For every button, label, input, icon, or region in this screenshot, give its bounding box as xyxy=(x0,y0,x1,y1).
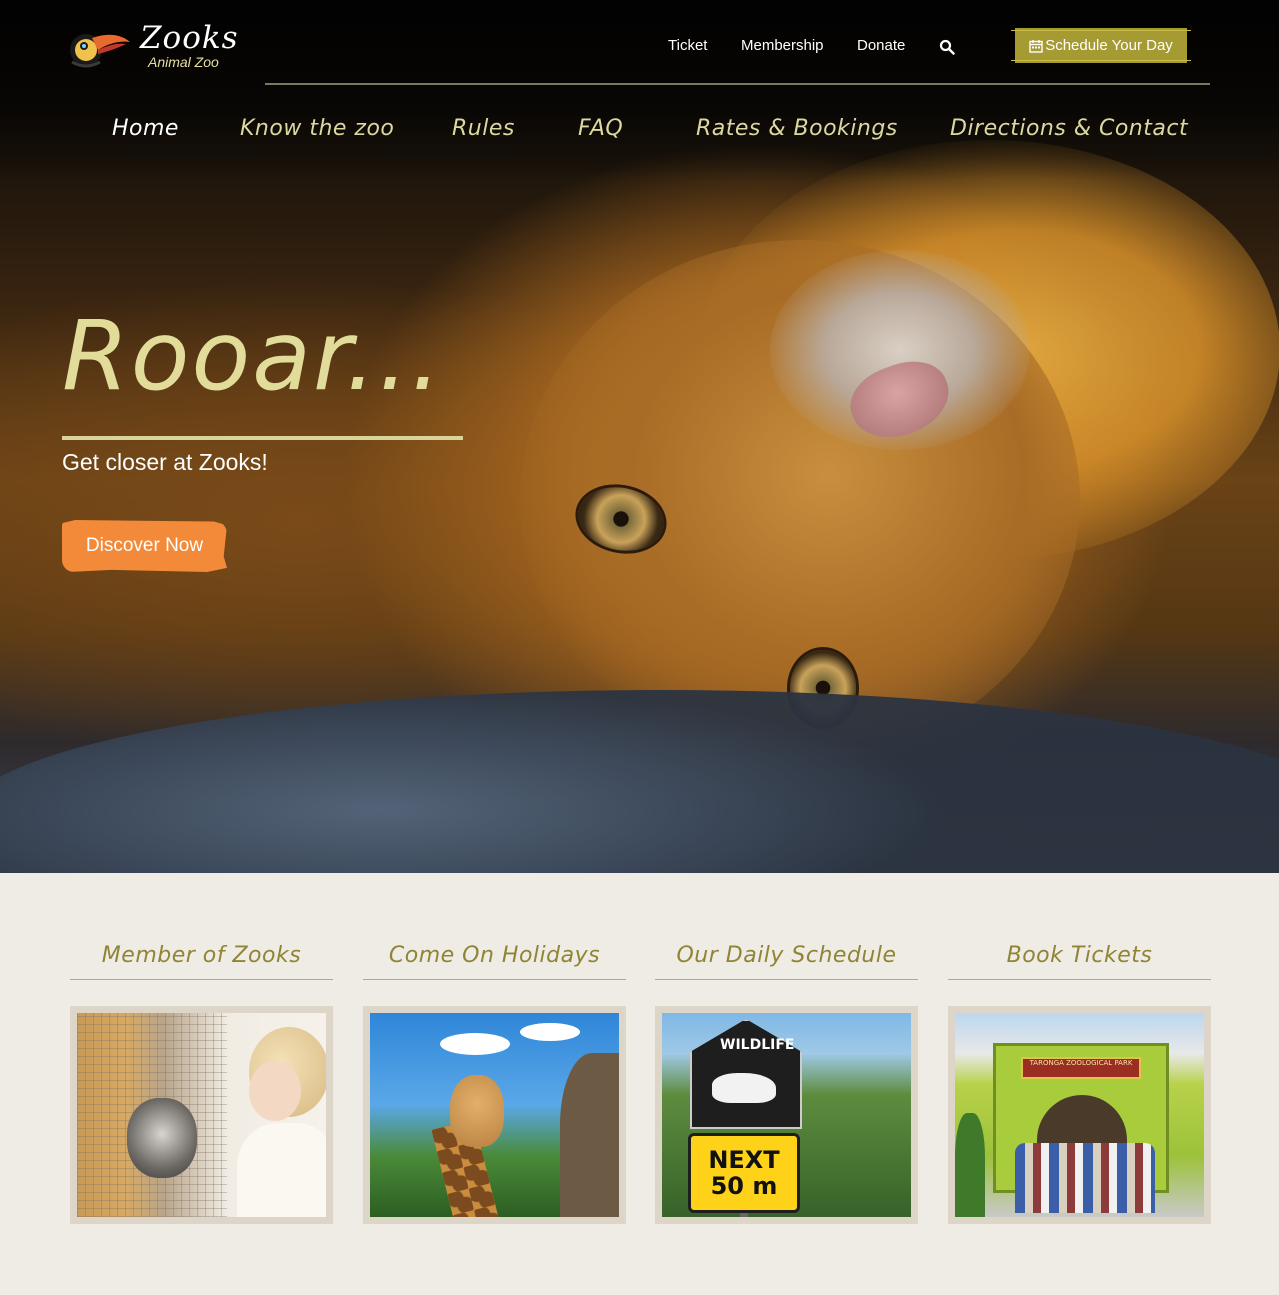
image-sign-animal xyxy=(712,1073,776,1103)
image-sign-text: WILDLIFE xyxy=(720,1037,795,1053)
site-logo[interactable]: Zooks Animal Zoo xyxy=(68,20,238,72)
hero-headline-rule xyxy=(62,436,463,440)
schedule-your-day-button[interactable]: Schedule Your Day xyxy=(1011,28,1191,63)
image-girl-body xyxy=(237,1123,326,1217)
top-nav-membership[interactable]: Membership xyxy=(741,37,824,54)
main-nav-rates-bookings[interactable]: Rates & Bookings xyxy=(696,116,898,141)
schedule-button-label: Schedule Your Day xyxy=(1045,37,1173,54)
image-banner: TARONGA ZOOLOGICAL PARK xyxy=(1021,1057,1141,1079)
image-rock xyxy=(560,1053,619,1217)
feature-cards: Member of Zooks Come On Holidays Our Dai xyxy=(70,936,1211,1226)
image-sign-post xyxy=(740,1213,748,1217)
calendar-icon xyxy=(1029,39,1043,53)
feature-card-holidays[interactable]: Come On Holidays xyxy=(363,936,626,1224)
image-cloud xyxy=(440,1033,510,1055)
image-banner-text: TARONGA ZOOLOGICAL PARK xyxy=(1029,1059,1133,1067)
main-nav-know-the-zoo[interactable]: Know the zoo xyxy=(240,116,394,141)
feature-card-title[interactable]: Member of Zooks xyxy=(70,936,333,980)
hero-image-rock xyxy=(0,690,1279,873)
feature-card-title[interactable]: Book Tickets xyxy=(948,936,1211,980)
feature-image-wildlife-sign[interactable]: WILDLIFE NEXT 50 m xyxy=(662,1013,911,1217)
feature-card-frame xyxy=(363,1006,626,1224)
image-distance-sign: NEXT 50 m xyxy=(688,1133,800,1213)
image-plants xyxy=(955,1113,985,1217)
feature-card-schedule[interactable]: Our Daily Schedule WILDLIFE NEXT 50 m xyxy=(655,936,918,1224)
feature-card-title[interactable]: Come On Holidays xyxy=(363,936,626,980)
image-crowd xyxy=(1015,1143,1155,1213)
image-giraffe-head xyxy=(450,1075,504,1147)
hero-tagline: Get closer at Zooks! xyxy=(62,449,268,475)
feature-image-giraffe[interactable] xyxy=(370,1013,619,1217)
image-cloud xyxy=(520,1023,580,1041)
image-raccoon xyxy=(127,1098,197,1178)
image-sign-distance: 50 m xyxy=(710,1172,778,1200)
feature-card-tickets[interactable]: Book Tickets TARONGA ZOOLOGICAL PARK xyxy=(948,936,1211,1224)
feature-card-frame xyxy=(70,1006,333,1224)
brand-subtitle: Animal Zoo xyxy=(148,54,219,70)
feature-card-frame: WILDLIFE NEXT 50 m xyxy=(655,1006,918,1224)
main-nav-directions-contact[interactable]: Directions & Contact xyxy=(950,116,1188,141)
main-nav-rules[interactable]: Rules xyxy=(452,116,515,141)
toucan-logo-icon xyxy=(70,34,130,68)
feature-card-member[interactable]: Member of Zooks xyxy=(70,936,333,1224)
brand-name: Zooks xyxy=(140,20,239,56)
feature-image-zoo-entrance[interactable]: TARONGA ZOOLOGICAL PARK xyxy=(955,1013,1204,1217)
discover-now-button[interactable]: Discover Now xyxy=(62,520,227,572)
main-nav-home[interactable]: Home xyxy=(112,116,179,141)
feature-card-frame: TARONGA ZOOLOGICAL PARK xyxy=(948,1006,1211,1224)
feature-image-girl-raccoon[interactable] xyxy=(77,1013,326,1217)
header-divider xyxy=(265,83,1210,85)
top-nav-donate[interactable]: Donate xyxy=(857,37,905,54)
image-sign-next: NEXT xyxy=(708,1146,780,1174)
hero-headline: Rooar... xyxy=(62,300,444,412)
feature-card-title[interactable]: Our Daily Schedule xyxy=(655,936,918,980)
main-nav-faq[interactable]: FAQ xyxy=(578,116,623,141)
search-icon[interactable] xyxy=(939,39,955,55)
image-girl-face xyxy=(249,1061,301,1121)
discover-button-label: Discover Now xyxy=(85,535,204,556)
top-nav-ticket[interactable]: Ticket xyxy=(668,37,707,54)
